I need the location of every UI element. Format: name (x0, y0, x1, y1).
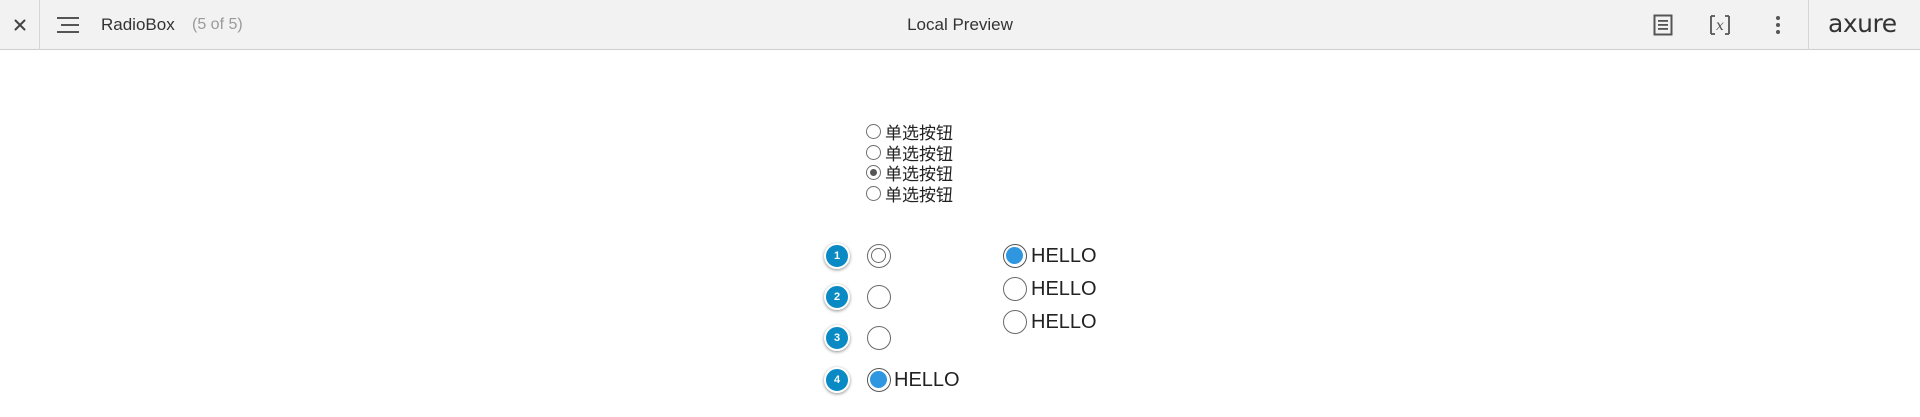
radio-circle (866, 186, 881, 201)
close-icon (14, 19, 25, 31)
axure-logo: axure (1828, 9, 1897, 38)
hello-radio-3[interactable] (1003, 310, 1027, 334)
annotation-badge-4[interactable]: 4 (824, 367, 850, 393)
radio-plain-2[interactable] (867, 326, 891, 350)
variables-button[interactable]: x (1706, 11, 1734, 39)
radio-circle (866, 145, 881, 160)
radio-label: 单选按钮 (885, 186, 953, 205)
annotation-badge-3[interactable]: 3 (824, 325, 850, 351)
hello-radio-label-2: HELLO (1031, 278, 1097, 300)
variables-icon: x (1710, 15, 1730, 35)
radio-circle-selected (866, 165, 881, 180)
hello-radio-label-3: HELLO (1031, 311, 1097, 333)
toolbar-divider (1808, 0, 1809, 50)
hello-radio-label-1: HELLO (1031, 245, 1097, 267)
notes-icon (1653, 14, 1673, 36)
radio-hello-selected[interactable] (867, 368, 891, 392)
radio-plain-1[interactable] (867, 285, 891, 309)
annotation-badge-2[interactable]: 2 (824, 284, 850, 310)
radio-dot (870, 169, 877, 176)
svg-text:x: x (1716, 18, 1724, 34)
hello-radio-1[interactable] (1003, 244, 1027, 268)
radio-option-1[interactable]: 单选按钮 (866, 121, 953, 143)
radio-option-3[interactable]: 单选按钮 (866, 162, 953, 184)
radio-hello-label: HELLO (894, 369, 960, 391)
more-vertical-icon (1776, 16, 1780, 34)
hamburger-menu-icon (57, 17, 79, 33)
annotation-badge-1[interactable]: 1 (824, 243, 850, 269)
hello-radio-2[interactable] (1003, 277, 1027, 301)
radio-option-4[interactable]: 单选按钮 (866, 183, 953, 205)
more-options-button[interactable] (1764, 11, 1792, 39)
current-page-name: RadioBox (101, 15, 175, 34)
close-button[interactable] (0, 0, 40, 50)
page-count: (5 of 5) (192, 16, 243, 33)
toolbar-title: Local Preview (907, 15, 1013, 34)
sitemap-menu-button[interactable] (56, 14, 80, 36)
preview-toolbar: RadioBox (5 of 5) Local Preview x axure (0, 0, 1920, 50)
radio-double-ring[interactable] (867, 244, 891, 268)
radio-circle (866, 124, 881, 139)
notes-button[interactable] (1649, 11, 1677, 39)
